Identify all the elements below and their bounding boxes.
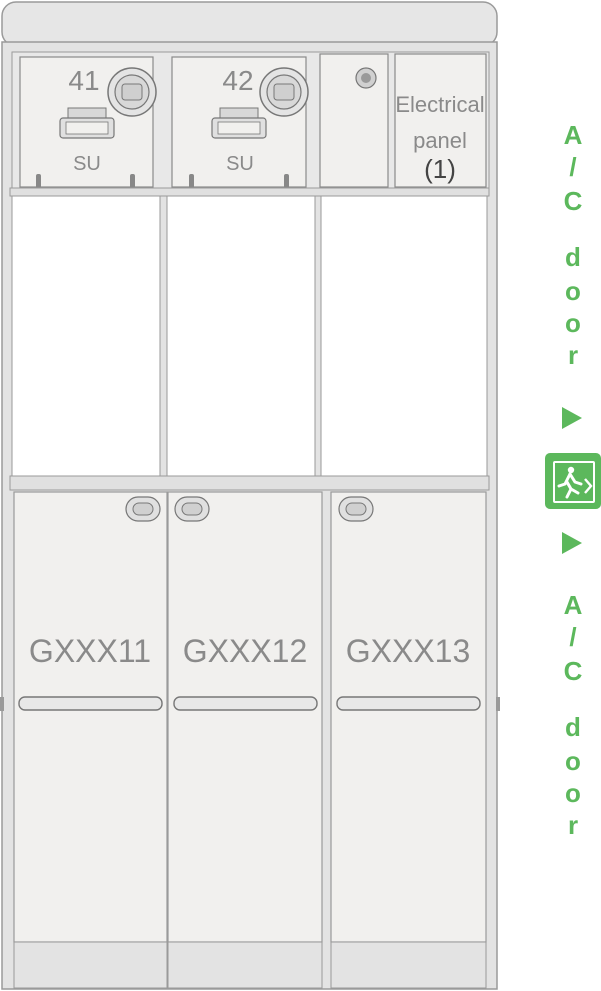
galley-top-cap <box>1 1 498 47</box>
latch-dial-icon <box>107 67 157 117</box>
trolley-handle-bar[interactable] <box>173 696 318 711</box>
hinge-right <box>496 697 500 711</box>
galley-diagram: 41 SU 42 SU Electrical panel (1) GXXX11 … <box>0 1 500 990</box>
door-text-char: o <box>565 778 581 808</box>
door-text-char: r <box>567 340 579 370</box>
door-text-char: / <box>569 152 577 182</box>
electrical-panel[interactable]: Electrical panel (1) <box>394 53 487 188</box>
standard-unit-42[interactable]: 42 SU <box>171 56 309 196</box>
standard-unit-41[interactable]: 41 SU <box>19 56 157 196</box>
door-text-char: / <box>569 622 577 652</box>
triangle-right-icon <box>562 532 582 554</box>
door-text-char: A <box>563 120 583 150</box>
door-text-char: d <box>565 242 581 272</box>
door-text-char: o <box>565 276 581 306</box>
door-text-char: o <box>565 308 581 338</box>
trolley-label: GXXX12 <box>183 633 308 669</box>
door-text-char: d <box>565 712 581 742</box>
trolley-latch-icon <box>125 496 161 522</box>
latch-dial-icon <box>259 67 309 117</box>
middle-compartments <box>11 195 488 477</box>
hinge-left <box>0 697 4 711</box>
unit-label: SU <box>226 153 254 175</box>
unit-number: 41 <box>68 65 99 96</box>
shelf-divider <box>9 187 490 197</box>
door-text-char: o <box>565 746 581 776</box>
door-text-char: r <box>567 810 579 840</box>
triangle-right-icon <box>562 407 582 429</box>
indicator-compartment <box>319 53 389 188</box>
door-text-char: C <box>563 656 583 686</box>
emergency-exit-icon <box>545 453 601 509</box>
trolley-gxxx11[interactable]: GXXX11 <box>13 491 168 989</box>
handle-plate-icon <box>59 107 115 139</box>
trolley-handle-bar[interactable] <box>18 696 163 711</box>
unit-label: SU <box>73 153 101 175</box>
unit-number: 42 <box>222 65 253 96</box>
electrical-panel-label-line1: Electrical <box>395 92 484 117</box>
door-signage: A / C d o o r A / C d o o r <box>545 118 601 878</box>
trolley-label: GXXX11 <box>29 633 151 669</box>
electrical-panel-label-line3: (1) <box>424 154 456 184</box>
door-text-char: A <box>563 590 583 620</box>
handle-plate-icon <box>211 107 267 139</box>
trolley-latch-icon <box>174 496 210 522</box>
trolley-gxxx13[interactable]: GXXX13 <box>330 491 487 989</box>
trolley-handle-bar[interactable] <box>336 696 481 711</box>
electrical-panel-label-line2: panel <box>413 128 467 153</box>
counter-divider <box>9 475 490 491</box>
trolley-latch-icon <box>338 496 374 522</box>
trolley-gxxx12[interactable]: GXXX12 <box>167 491 323 989</box>
door-text-char: C <box>563 186 583 216</box>
trolley-label: GXXX13 <box>346 633 471 669</box>
